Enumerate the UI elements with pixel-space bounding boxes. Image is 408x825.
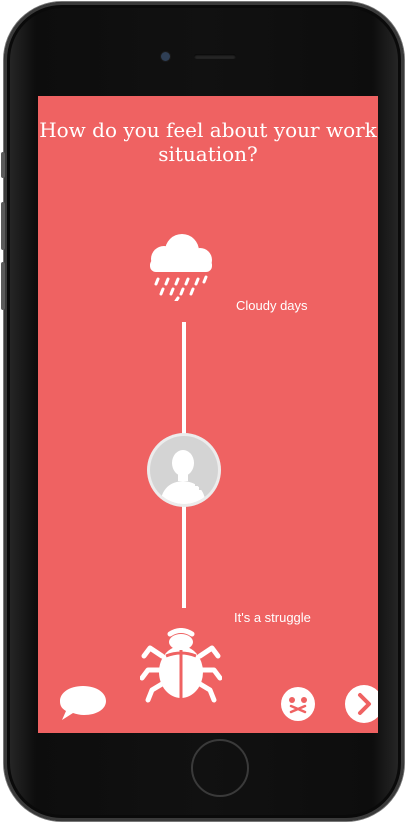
bug-icon — [140, 628, 222, 703]
slider-bottom-label: It's a struggle — [234, 610, 311, 625]
slider-top-label: Cloudy days — [236, 298, 308, 313]
front-camera — [161, 52, 170, 61]
chat-bubble-icon[interactable] — [58, 684, 108, 722]
add-person-icon — [160, 450, 207, 504]
phone-frame: How do you feel about your work situatio… — [1, 2, 404, 821]
mute-switch — [1, 152, 5, 178]
sad-face-icon[interactable] — [280, 686, 316, 722]
question-title: How do you feel about your work situatio… — [39, 118, 377, 166]
next-button[interactable] — [344, 684, 378, 724]
app-screen: How do you feel about your work situatio… — [38, 96, 378, 733]
slider-handle[interactable] — [150, 436, 218, 504]
volume-up-button — [1, 202, 5, 250]
home-button[interactable] — [191, 739, 249, 797]
earpiece-speaker — [194, 54, 236, 59]
volume-down-button — [1, 262, 5, 310]
rain-cloud-icon — [150, 234, 212, 301]
